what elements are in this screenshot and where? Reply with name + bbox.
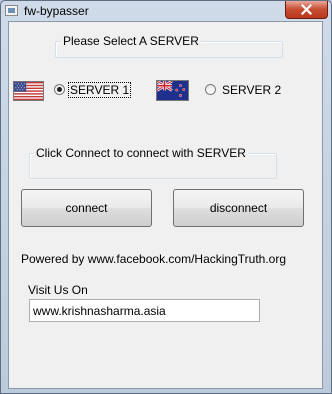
connect-button[interactable]: connect xyxy=(21,189,152,227)
powered-by-text: Powered by www.facebook.com/HackingTruth… xyxy=(21,252,287,266)
window-title: fw-bypasser xyxy=(24,4,89,18)
close-icon xyxy=(301,4,312,15)
status-groupbox: Click Connect to connect with SERVER xyxy=(29,146,277,179)
status-group-label: Click Connect to connect with SERVER xyxy=(34,146,248,160)
server-1-radio[interactable] xyxy=(54,84,65,95)
server-2-label[interactable]: SERVER 2 xyxy=(222,83,281,97)
disconnect-button[interactable]: disconnect xyxy=(173,189,304,227)
title-bar[interactable]: fw-bypasser xyxy=(1,1,331,21)
server-1-label[interactable]: SERVER 1 xyxy=(68,82,132,98)
server-groupbox: Please Select A SERVER xyxy=(55,34,283,58)
app-window-icon xyxy=(5,5,18,16)
server-2-radio[interactable] xyxy=(205,84,216,95)
server-group-label: Please Select A SERVER xyxy=(61,34,201,48)
visit-us-label: Visit Us On xyxy=(28,283,88,297)
new-zealand-flag-icon xyxy=(156,80,189,101)
app-window: fw-bypasser Please Select A SERVER SERVE… xyxy=(0,0,332,394)
website-field[interactable] xyxy=(29,299,260,322)
close-button[interactable] xyxy=(285,1,328,19)
client-area: Please Select A SERVER SERVER 1 SERVER 2… xyxy=(8,21,323,389)
usa-flag-icon xyxy=(13,81,44,101)
